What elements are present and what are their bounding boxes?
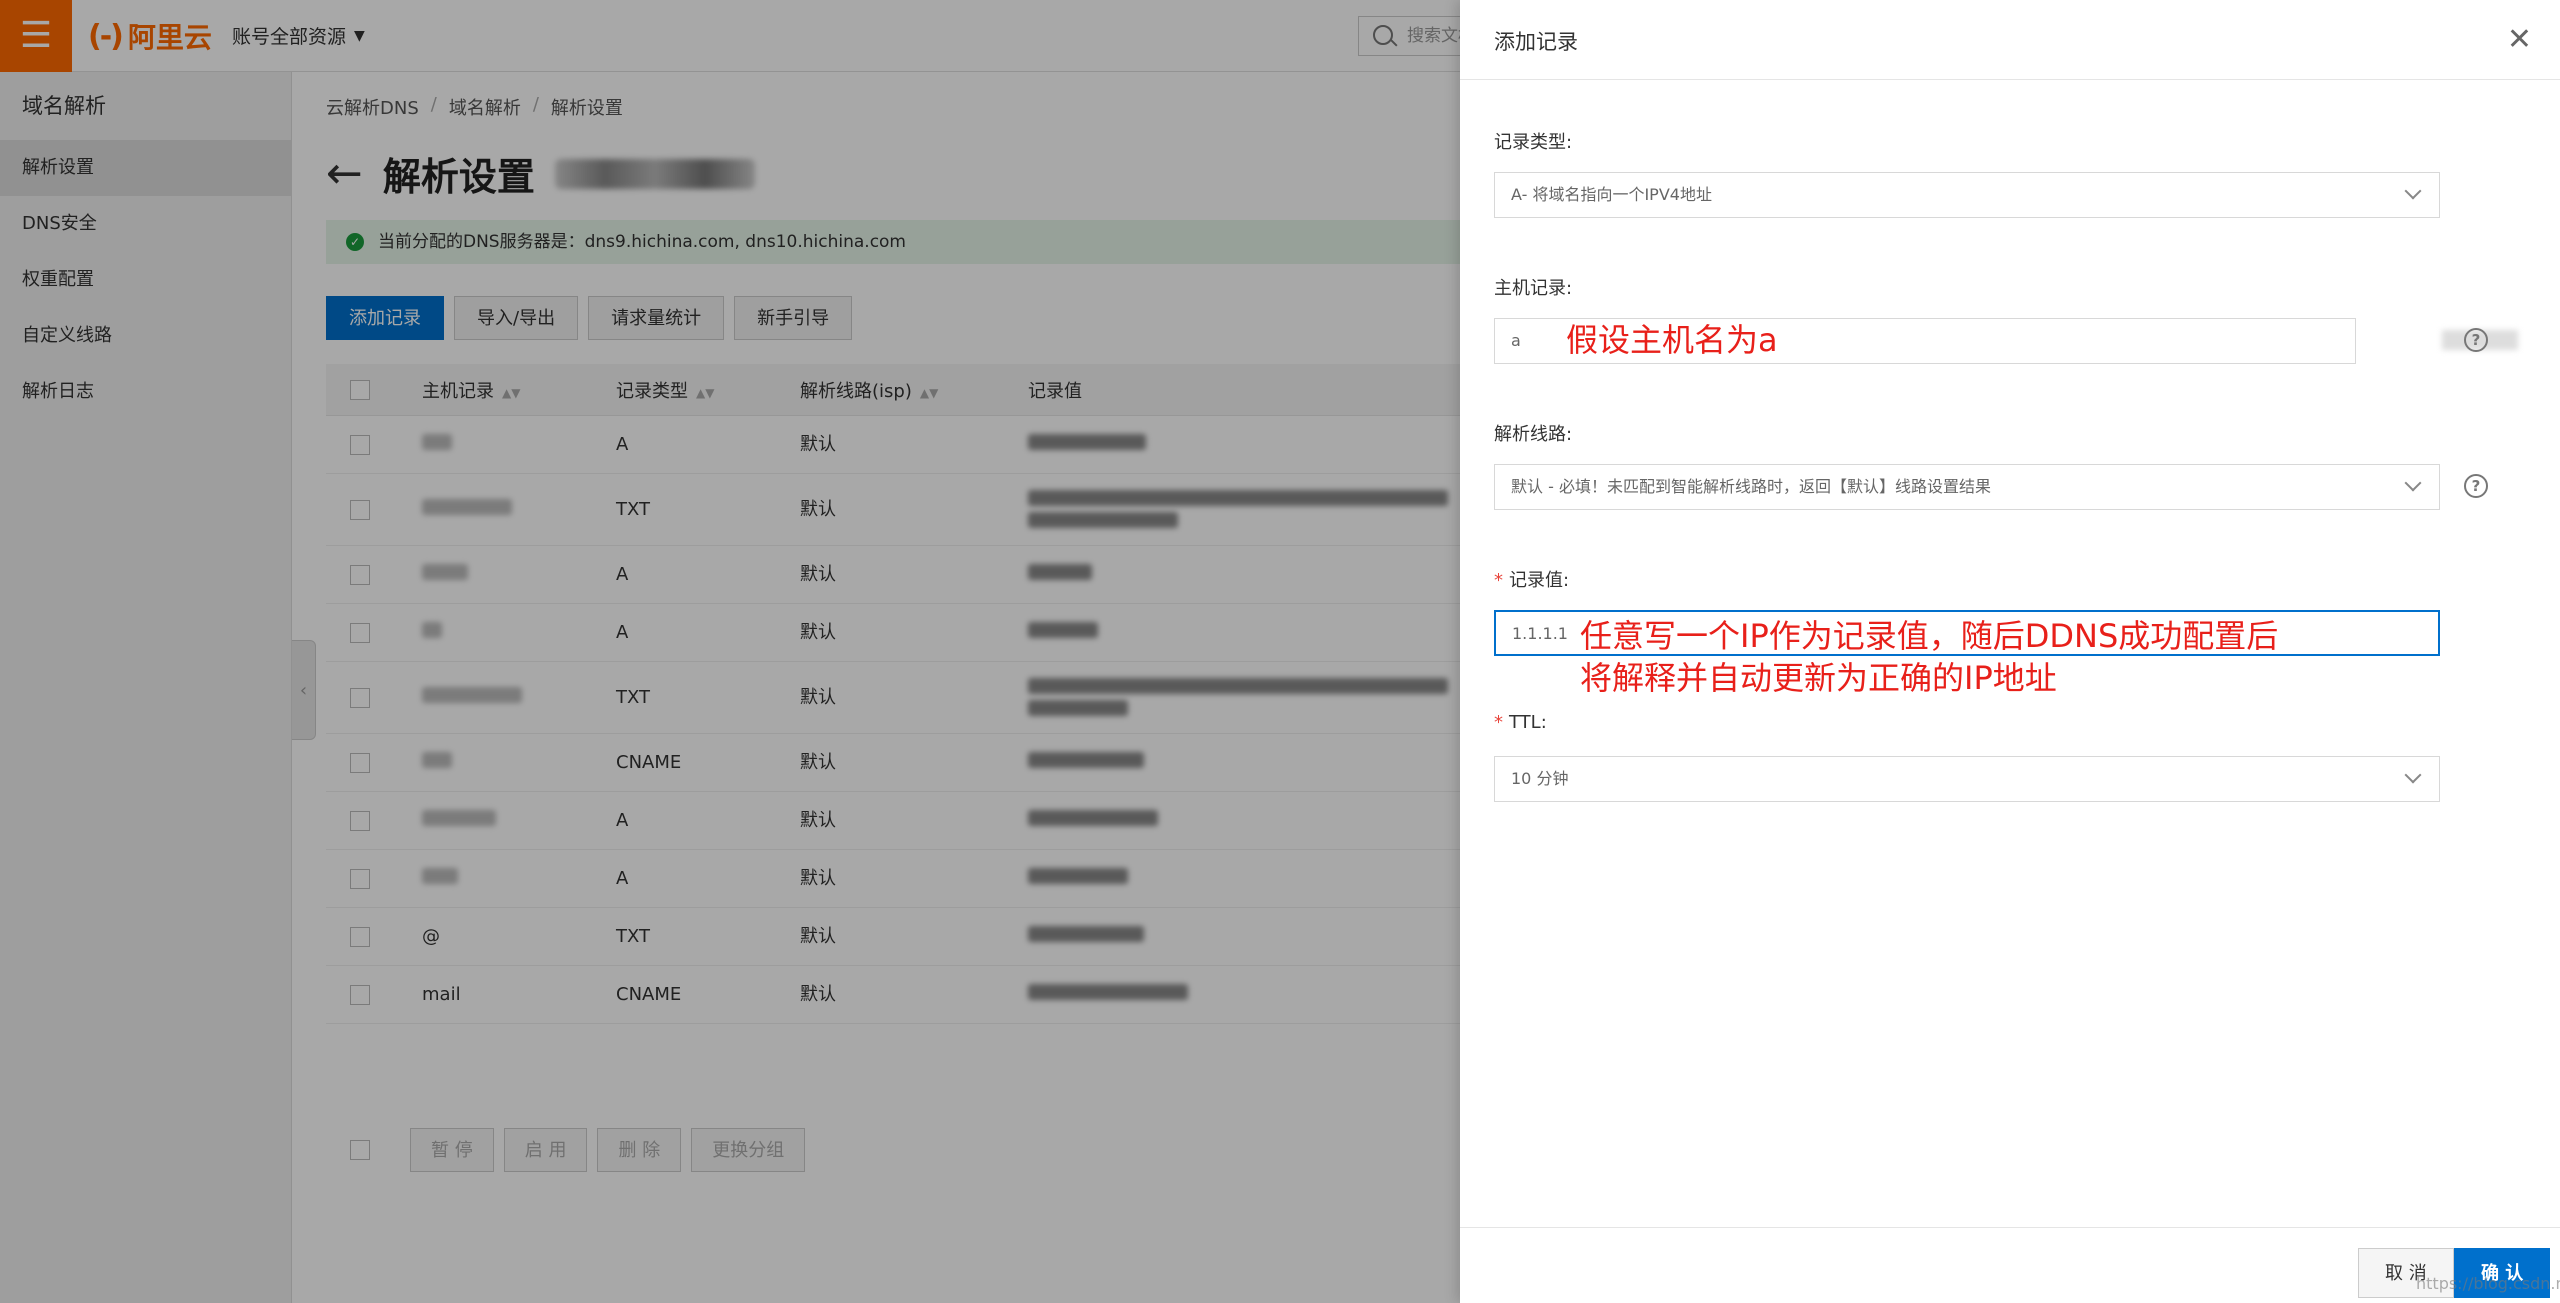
ttl-label-text: TTL: [1509, 712, 1547, 733]
chevron-down-icon [2404, 474, 2422, 492]
drawer-footer: 取 消 确 认 https://blog.csdn.net/pzhi [1460, 1227, 2560, 1303]
chevron-down-icon [2404, 766, 2422, 784]
record-value-label: * 记录值: [1494, 566, 1569, 592]
resolve-line-label: 解析线路: [1494, 424, 1573, 445]
help-icon[interactable]: ? [2464, 328, 2488, 352]
host-record-value: a [1511, 331, 1521, 350]
ttl-value: 10 分钟 [1511, 769, 1569, 788]
required-mark: * [1494, 570, 1503, 591]
required-mark: * [1494, 712, 1503, 733]
chevron-down-icon [2404, 182, 2422, 200]
watermark: https://blog.csdn.net/pzhi [2416, 1274, 2560, 1293]
ttl-select[interactable]: 10 分钟 [1494, 756, 2440, 802]
drawer-header: 添加记录 ✕ [1460, 0, 2560, 80]
close-icon[interactable]: ✕ [2507, 22, 2532, 57]
record-value-label-text: 记录值: [1509, 570, 1570, 591]
host-record-label: 主机记录: [1494, 278, 1573, 299]
record-type-label: 记录类型: [1494, 132, 1573, 153]
record-value-value: 1.1.1.1 [1512, 624, 1568, 643]
value-annotation-line-1: 任意写一个IP作为记录值，随后DDNS成功配置后 [1580, 617, 2279, 655]
host-annotation: 假设主机名为a [1566, 321, 1778, 359]
record-type-value: A- 将域名指向一个IPV4地址 [1511, 185, 1712, 204]
help-icon[interactable]: ? [2464, 474, 2488, 498]
resolve-line-select[interactable]: 默认 - 必填！未匹配到智能解析线路时，返回【默认】线路设置结果 [1494, 464, 2440, 510]
add-record-drawer: 添加记录 ✕ 记录类型: A- 将域名指向一个IPV4地址 主机记录: a ? … [1460, 0, 2560, 1303]
modal-overlay[interactable] [0, 0, 1460, 1303]
record-type-select[interactable]: A- 将域名指向一个IPV4地址 [1494, 172, 2440, 218]
value-annotation-line-2: 将解释并自动更新为正确的IP地址 [1580, 659, 2057, 697]
drawer-title: 添加记录 [1494, 30, 1578, 54]
resolve-line-value: 默认 - 必填！未匹配到智能解析线路时，返回【默认】线路设置结果 [1511, 477, 1991, 496]
ttl-label: * TTL: [1494, 712, 1547, 733]
